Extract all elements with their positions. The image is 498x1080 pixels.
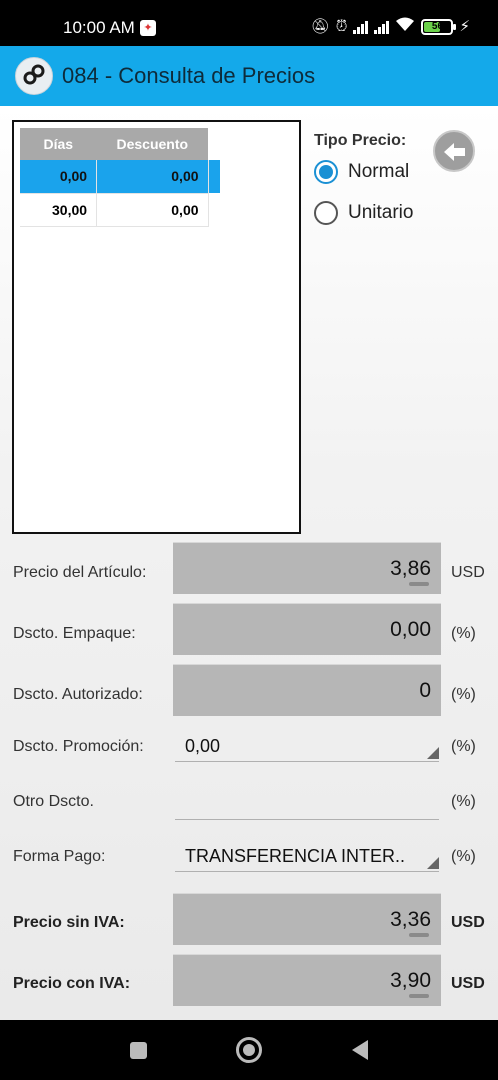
precio-sin-iva-label: Precio sin IVA: <box>13 914 125 931</box>
main-content: Días Descuento 0,00 0,00 30,00 0,00 Tipo <box>0 106 498 1020</box>
charging-icon: ⚡︎ <box>459 18 470 35</box>
precio-articulo-unit: USD <box>451 564 485 581</box>
cell-dias[interactable]: 0,00 <box>20 160 98 194</box>
otro-dscto-unit: (%) <box>451 793 476 810</box>
precio-sin-iva-unit: USD <box>451 914 485 931</box>
dscto-promocion-label: Dscto. Promoción: <box>13 738 144 755</box>
forma-pago-value: TRANSFERENCIA INTER.. <box>185 846 406 866</box>
alarm-icon: ⏰︎ <box>335 18 348 35</box>
back-nav-icon[interactable] <box>352 1040 368 1060</box>
dscto-autorizado-field[interactable]: 0 <box>173 664 441 716</box>
discount-table: Días Descuento 0,00 0,00 30,00 0,00 <box>20 128 220 227</box>
status-time: 10:00 AM <box>63 18 135 37</box>
column-header-dias[interactable]: Días <box>20 128 97 160</box>
radio-unitario[interactable]: Unitario <box>314 201 413 225</box>
dscto-autorizado-value: 0 <box>419 679 431 702</box>
page-title: 084 - Consulta de Precios <box>62 63 316 88</box>
forma-pago-unit: (%) <box>451 848 476 865</box>
status-icons: 🔕︎ ⏰︎ 56 ⚡︎ <box>311 16 470 38</box>
cell-descuento[interactable]: 0,00 <box>96 160 209 194</box>
dscto-promocion-unit: (%) <box>451 738 476 755</box>
precio-con-iva-value: 3,90 <box>390 969 431 992</box>
otro-dscto-input[interactable] <box>175 798 439 820</box>
mute-icon: 🔕︎ <box>310 18 330 35</box>
home-icon[interactable] <box>236 1037 262 1063</box>
dscto-promocion-dropdown[interactable]: 0,00 <box>175 736 439 762</box>
dscto-empaque-value: 0,00 <box>390 618 431 641</box>
dropdown-arrow-icon <box>427 857 439 869</box>
column-header-descuento[interactable]: Descuento <box>96 128 209 160</box>
precio-articulo-field[interactable]: 3,86 <box>173 542 441 594</box>
precio-con-iva-field[interactable]: 3,90 <box>173 954 441 1006</box>
battery-level: 56 <box>431 21 444 32</box>
app-bar: 084 - Consulta de Precios <box>0 46 498 106</box>
precio-sin-iva-field[interactable]: 3,36 <box>173 893 441 945</box>
precio-con-iva-unit: USD <box>451 975 485 992</box>
tipo-precio-label: Tipo Precio: <box>314 132 407 149</box>
otro-dscto-label: Otro Dscto. <box>13 793 94 810</box>
recents-icon[interactable] <box>130 1042 147 1059</box>
table-row[interactable]: 30,00 0,00 <box>20 193 220 227</box>
signal-icon-2 <box>374 20 390 34</box>
back-button[interactable] <box>433 130 475 172</box>
radio-unitario-label[interactable]: Unitario <box>348 202 413 224</box>
forma-pago-dropdown[interactable]: TRANSFERENCIA INTER.. <box>175 846 439 872</box>
table-row[interactable]: 0,00 0,00 <box>20 160 220 194</box>
notification-app-icon: ✦ <box>140 20 156 36</box>
radio-normal-indicator[interactable] <box>314 160 338 184</box>
dscto-empaque-label: Dscto. Empaque: <box>13 625 136 642</box>
dscto-autorizado-unit: (%) <box>451 686 476 703</box>
dropdown-arrow-icon <box>427 747 439 759</box>
dscto-autorizado-label: Dscto. Autorizado: <box>13 686 143 703</box>
radio-normal[interactable]: Normal <box>314 160 409 184</box>
discount-table-panel: Días Descuento 0,00 0,00 30,00 0,00 <box>12 120 301 534</box>
forma-pago-label: Forma Pago: <box>13 848 106 865</box>
dscto-empaque-unit: (%) <box>451 625 476 642</box>
app-logo-icon <box>15 57 53 95</box>
cell-descuento[interactable]: 0,00 <box>96 193 209 227</box>
radio-unitario-indicator[interactable] <box>314 201 338 225</box>
precio-con-iva-label: Precio con IVA: <box>13 975 131 992</box>
wifi-icon <box>395 16 415 39</box>
dscto-empaque-field[interactable]: 0,00 <box>173 603 441 655</box>
arrow-left-icon <box>444 143 465 161</box>
precio-sin-iva-value: 3,36 <box>390 908 431 931</box>
signal-icon <box>353 20 369 34</box>
battery-icon: 56 <box>421 19 457 35</box>
dscto-promocion-value: 0,00 <box>185 736 221 756</box>
cell-dias[interactable]: 30,00 <box>20 193 98 227</box>
status-bar: 10:00 AM ✦ 🔕︎ ⏰︎ 56 ⚡︎ <box>0 0 498 46</box>
radio-normal-label[interactable]: Normal <box>348 161 409 183</box>
precio-articulo-label: Precio del Artículo: <box>13 564 147 581</box>
precio-articulo-value: 3,86 <box>390 557 431 580</box>
navigation-bar <box>0 1020 498 1080</box>
